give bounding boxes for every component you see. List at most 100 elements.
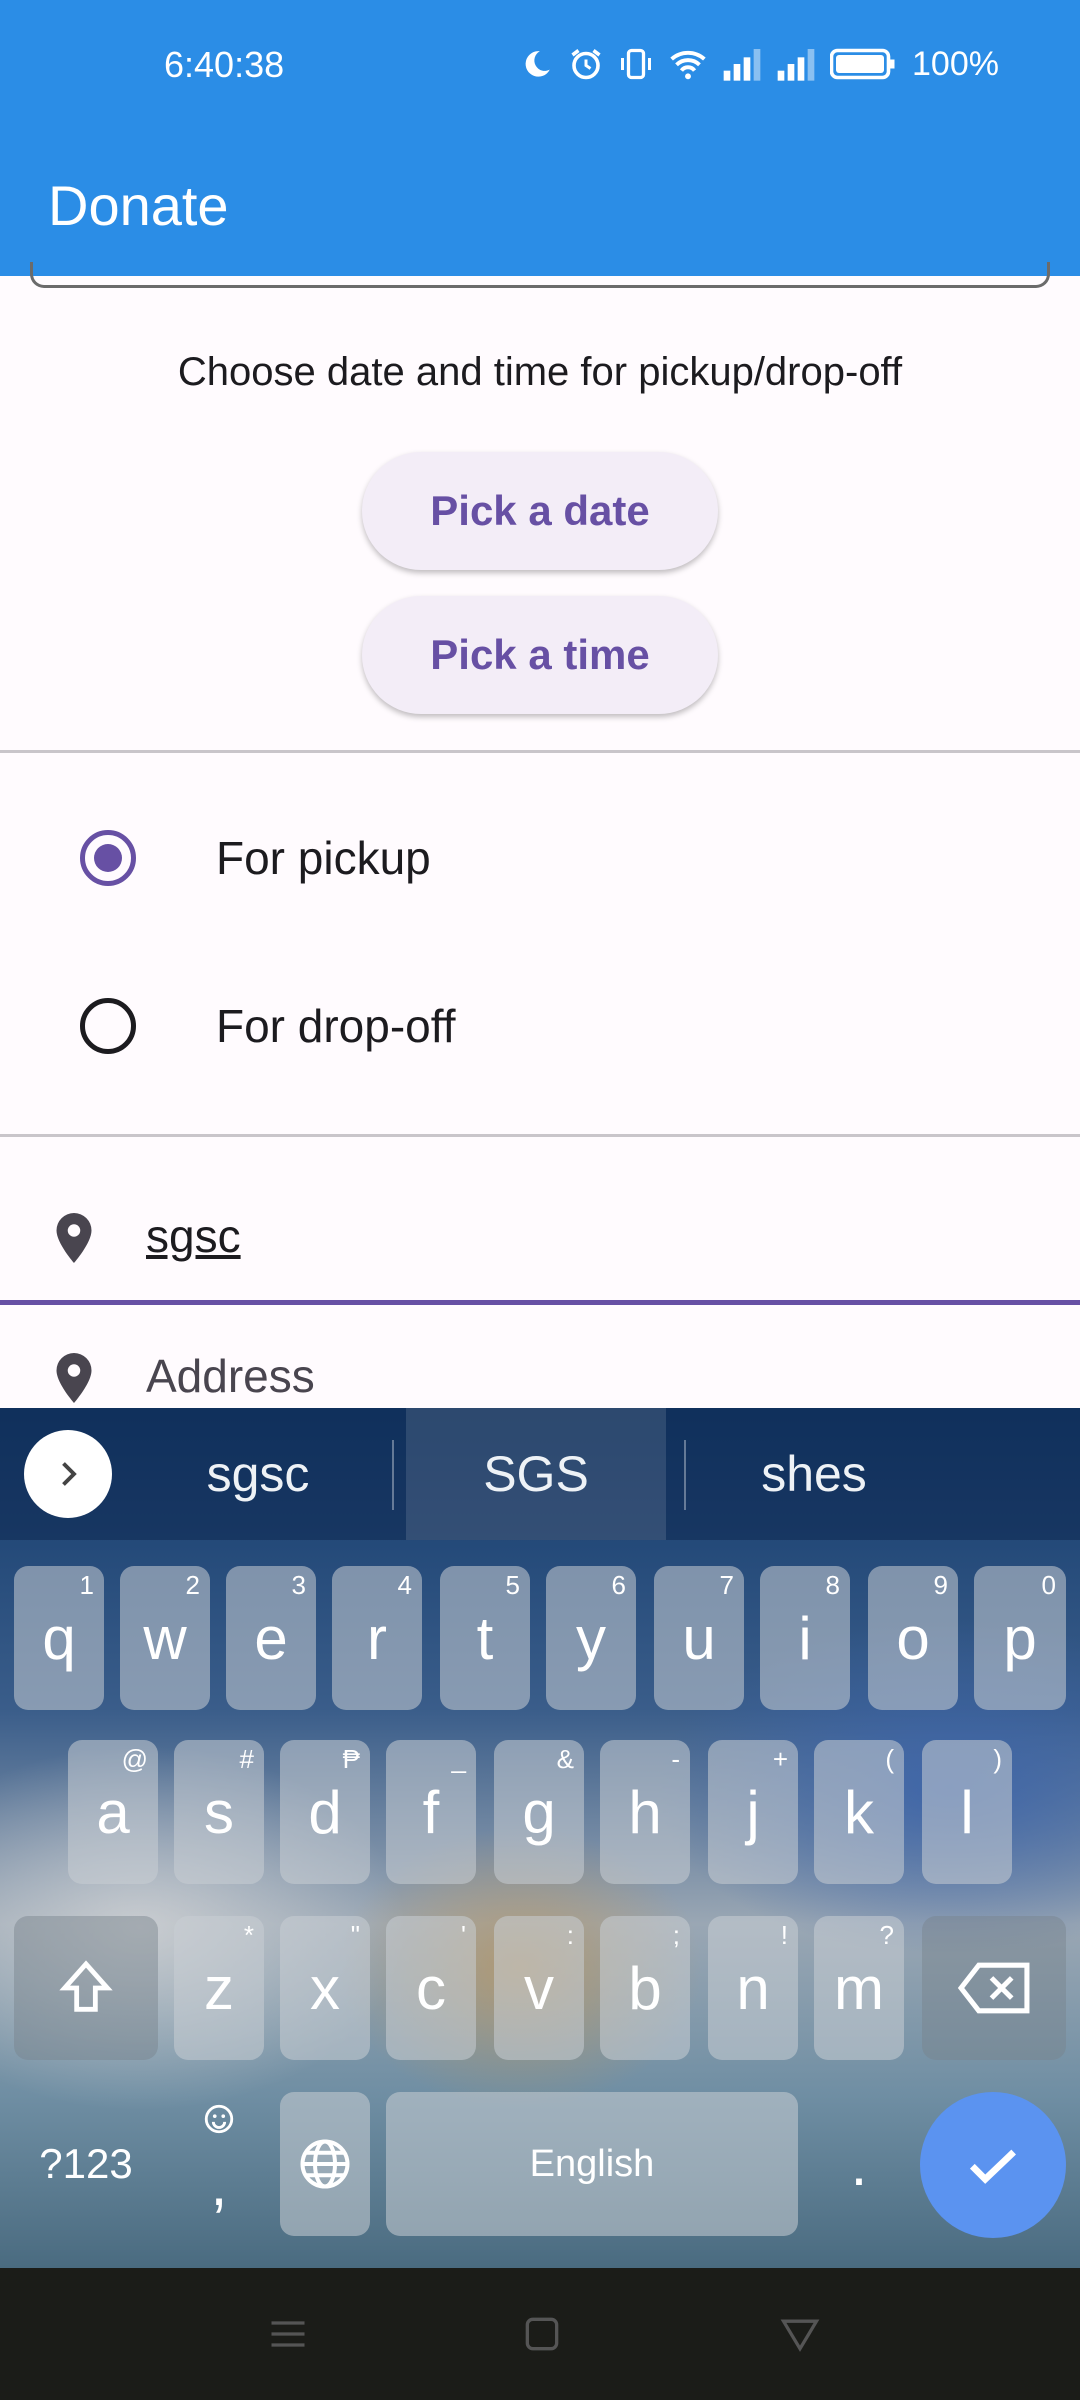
key-v[interactable]: v: <box>494 1916 584 2060</box>
signal-icon <box>723 49 761 81</box>
radio-unselected-icon[interactable] <box>80 998 136 1054</box>
key-x[interactable]: x " <box>280 1916 370 2060</box>
key-o[interactable]: o9 <box>868 1566 958 1710</box>
period-key[interactable]: . <box>814 2092 904 2236</box>
back-icon[interactable] <box>778 2312 822 2356</box>
key-d[interactable]: d ₱ <box>280 1740 370 1884</box>
key-hint: # <box>239 1744 254 1774</box>
vibrate-icon <box>621 48 651 80</box>
location-pin-icon <box>56 1213 92 1263</box>
key-m[interactable]: m? <box>814 1916 904 2060</box>
comma-emoji-key[interactable]: , <box>174 2092 264 2236</box>
suggestion-item[interactable]: sgsc <box>128 1408 388 1540</box>
radio-label: For pickup <box>216 832 431 884</box>
system-navigation-bar <box>0 2268 1080 2400</box>
key-char: o <box>896 1604 930 1672</box>
key-char: c <box>416 1954 446 2022</box>
location-input-value[interactable]: sgsc <box>146 1166 241 1306</box>
pick-time-button[interactable]: Pick a time <box>362 596 718 714</box>
key-t[interactable]: t5 <box>440 1566 530 1710</box>
key-hint: 6 <box>611 1570 626 1600</box>
suggestion-item[interactable]: shes <box>684 1408 944 1540</box>
key-i[interactable]: i8 <box>760 1566 850 1710</box>
suggestion-divider <box>392 1440 394 1510</box>
key-char: p <box>1003 1604 1037 1672</box>
key-hint: + <box>772 1744 788 1774</box>
key-n[interactable]: n! <box>708 1916 798 2060</box>
key-q[interactable]: q1 <box>14 1566 104 1710</box>
key-g[interactable]: g & <box>494 1740 584 1884</box>
key-k[interactable]: k( <box>814 1740 904 1884</box>
shift-key[interactable] <box>14 1916 158 2060</box>
space-key[interactable]: English <box>386 2092 798 2236</box>
enter-key[interactable] <box>920 2092 1066 2238</box>
key-hint: 0 <box>1041 1570 1056 1600</box>
key-u[interactable]: u7 <box>654 1566 744 1710</box>
shift-icon <box>59 1960 113 2012</box>
key-char: f <box>422 1778 440 1846</box>
key-c[interactable]: c ' <box>386 1916 476 2060</box>
key-char: i <box>798 1604 812 1672</box>
key-char: t <box>476 1604 494 1672</box>
key-hint: 1 <box>79 1570 94 1600</box>
previous-field-outline[interactable] <box>30 262 1050 288</box>
key-hint: ) <box>993 1744 1002 1774</box>
divider <box>0 750 1080 753</box>
key-char: l <box>960 1778 974 1846</box>
backspace-key[interactable] <box>922 1916 1066 2060</box>
key-p[interactable]: p0 <box>974 1566 1066 1710</box>
key-z[interactable]: z * <box>174 1916 264 2060</box>
key-hint: _ <box>451 1744 466 1774</box>
radio-label: For drop-off <box>216 1000 456 1052</box>
key-hint: 2 <box>185 1570 200 1600</box>
pick-date-button[interactable]: Pick a date <box>362 452 718 570</box>
key-char: . <box>850 2130 868 2198</box>
key-char: u <box>682 1604 716 1672</box>
key-hint: @ <box>121 1744 148 1774</box>
key-l[interactable]: l) <box>922 1740 1012 1884</box>
key-hint: ( <box>885 1744 894 1774</box>
suggestion-bar: sgsc SGS shes <box>0 1408 1080 1540</box>
menu-icon[interactable] <box>266 2312 310 2356</box>
key-hint: 7 <box>719 1570 734 1600</box>
key-char: y <box>576 1604 606 1672</box>
focused-underline <box>0 1300 1080 1305</box>
key-h[interactable]: h- <box>600 1740 690 1884</box>
radio-option-pickup[interactable]: For pickup <box>0 798 1080 918</box>
globe-icon <box>300 2139 350 2189</box>
backspace-icon <box>957 1962 1030 2014</box>
key-r[interactable]: r4 <box>332 1566 422 1710</box>
key-s[interactable]: s # <box>174 1740 264 1884</box>
radio-selected-icon[interactable] <box>80 830 136 886</box>
language-key[interactable] <box>280 2092 370 2236</box>
soft-keyboard: sgsc SGS shes q1 w2 e3 r4 t5 y6 u7 i8 o9… <box>0 1408 1080 2268</box>
expand-toolbar-button[interactable] <box>24 1430 112 1518</box>
status-icons: 100% <box>520 44 999 84</box>
key-e[interactable]: e3 <box>226 1566 316 1710</box>
key-b[interactable]: b; <box>600 1916 690 2060</box>
key-j[interactable]: j + <box>708 1740 798 1884</box>
location-pin-icon <box>56 1353 92 1403</box>
radio-option-dropoff[interactable]: For drop-off <box>0 966 1080 1086</box>
key-hint: * <box>243 1920 254 1950</box>
key-char: v <box>524 1954 554 2022</box>
divider <box>0 1134 1080 1137</box>
key-char: k <box>844 1778 874 1846</box>
key-char: e <box>254 1604 288 1672</box>
symbols-key[interactable]: ?123 <box>14 2092 158 2236</box>
key-w[interactable]: w2 <box>120 1566 210 1710</box>
key-char: a <box>96 1778 130 1846</box>
key-hint: - <box>671 1744 680 1774</box>
key-char: r <box>367 1604 387 1672</box>
key-char: n <box>736 1954 770 2022</box>
location-input[interactable]: sgsc <box>0 1166 1080 1306</box>
key-a[interactable]: a @ <box>68 1740 158 1884</box>
key-f[interactable]: f _ <box>386 1740 476 1884</box>
app-bar: Donate <box>0 136 1080 276</box>
key-char: h <box>628 1778 662 1846</box>
emoji-icon <box>204 2104 234 2134</box>
key-y[interactable]: y6 <box>546 1566 636 1710</box>
key-hint: ₱ <box>342 1744 360 1774</box>
home-icon[interactable] <box>520 2312 564 2356</box>
suggestion-item[interactable]: SGS <box>406 1408 666 1540</box>
